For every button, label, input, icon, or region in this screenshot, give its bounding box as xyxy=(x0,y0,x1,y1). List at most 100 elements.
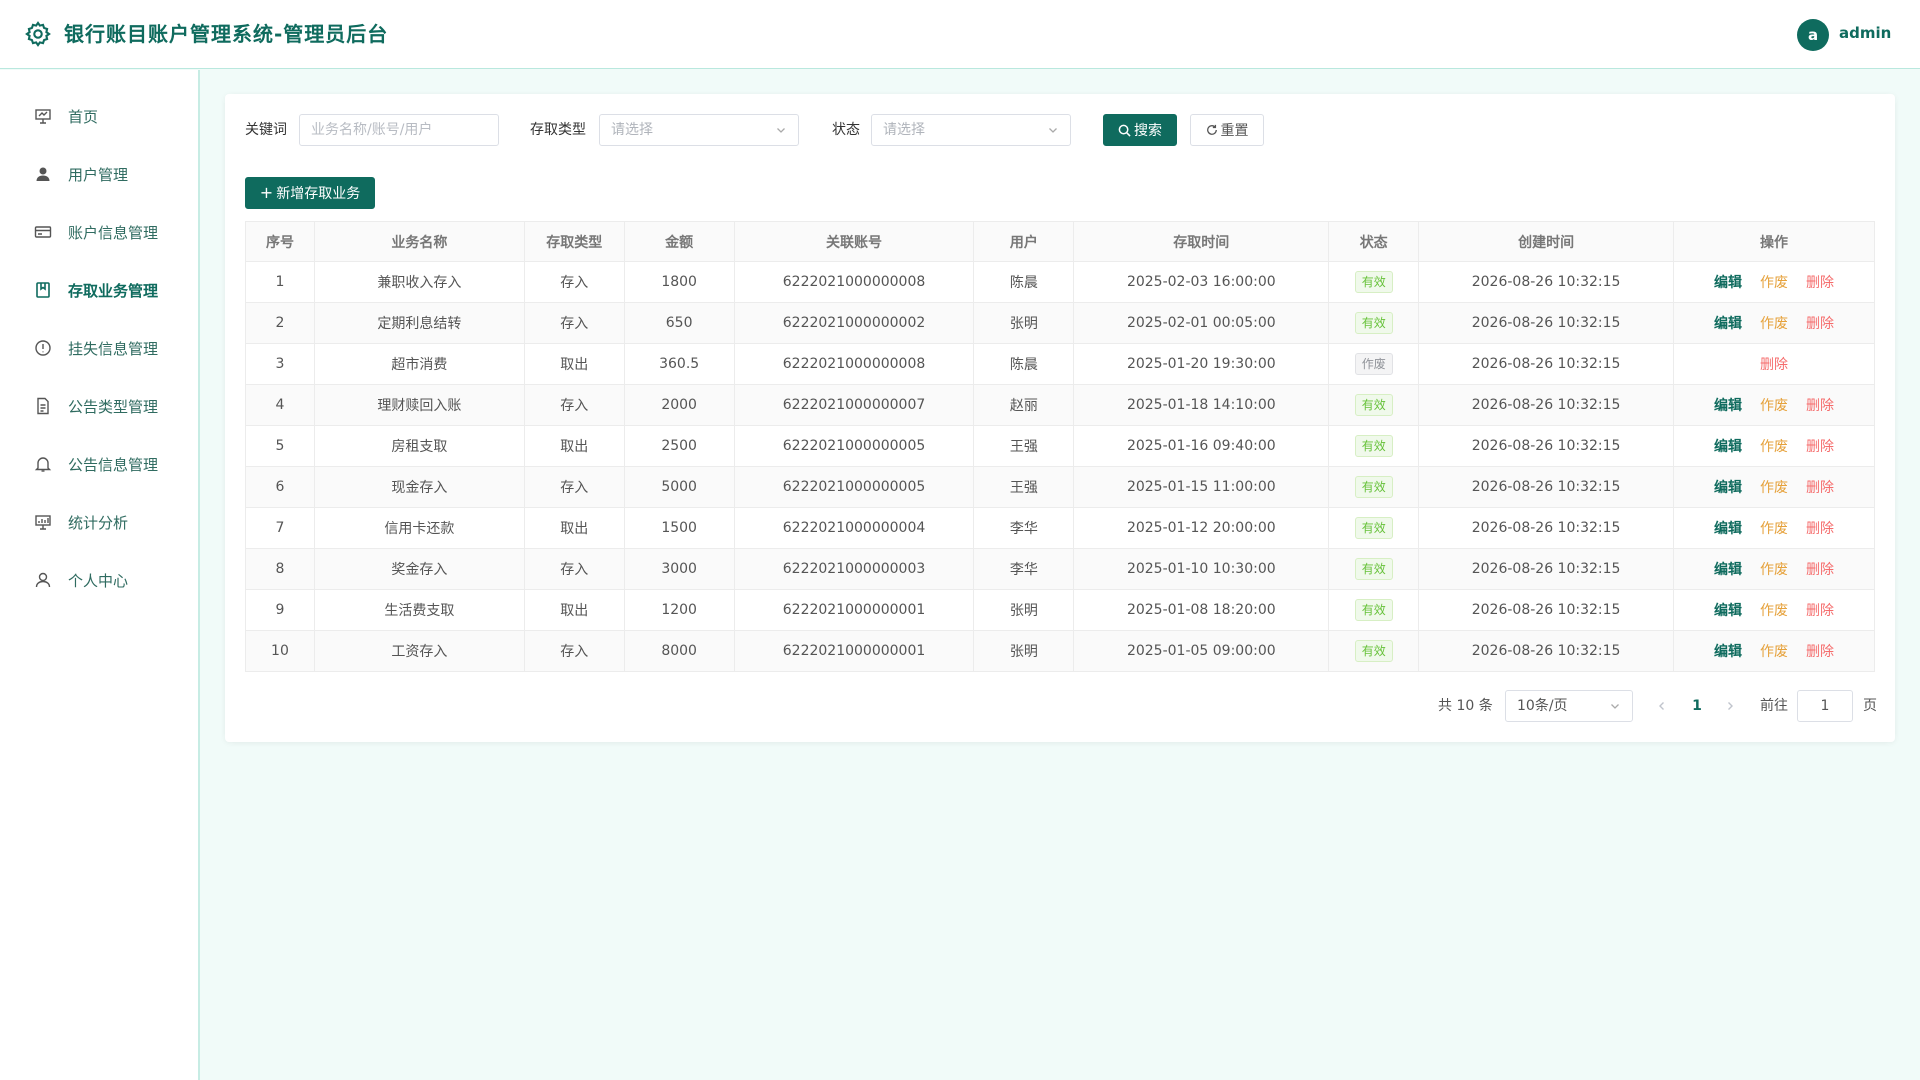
void-button[interactable]: 作废 xyxy=(1760,313,1788,333)
sidebar-item-statistics[interactable]: 统计分析 xyxy=(0,493,198,551)
cell-status: 有效 xyxy=(1328,630,1420,672)
cell-name: 定期利息结转 xyxy=(313,302,525,344)
sidebar-item-label: 挂失信息管理 xyxy=(68,339,159,358)
column-header: 操作 xyxy=(1673,221,1875,262)
keyword-input[interactable] xyxy=(299,114,499,146)
reset-button[interactable]: 重置 xyxy=(1190,114,1264,146)
cell-status: 有效 xyxy=(1328,507,1420,549)
edit-button[interactable]: 编辑 xyxy=(1714,272,1742,292)
cell-amount: 1500 xyxy=(623,507,735,549)
delete-button[interactable]: 删除 xyxy=(1806,395,1834,415)
chevron-down-icon xyxy=(1049,128,1057,133)
reset-button-label: 重置 xyxy=(1220,123,1249,139)
sidebar-item-loss-reports[interactable]: 挂失信息管理 xyxy=(0,319,198,377)
cell-name: 生活费支取 xyxy=(313,589,525,631)
sidebar-item-notice-types[interactable]: 公告类型管理 xyxy=(0,377,198,435)
cell-account: 6222021000000008 xyxy=(733,261,975,303)
prev-page-button[interactable] xyxy=(1652,690,1672,722)
cell-amount: 1800 xyxy=(623,261,735,303)
cell-no: 5 xyxy=(245,425,315,467)
search-button[interactable]: 搜索 xyxy=(1103,114,1177,146)
gear-icon[interactable] xyxy=(24,20,52,48)
cell-user: 陈晨 xyxy=(973,343,1075,385)
delete-button[interactable]: 删除 xyxy=(1806,272,1834,292)
sidebar-item-users[interactable]: 用户管理 xyxy=(0,145,198,203)
cell-type: 存入 xyxy=(523,630,625,672)
cell-account: 6222021000000007 xyxy=(733,384,975,426)
delete-button[interactable]: 删除 xyxy=(1806,313,1834,333)
cell-user: 李华 xyxy=(973,507,1075,549)
void-button[interactable]: 作废 xyxy=(1760,600,1788,620)
sidebar-item-notices[interactable]: 公告信息管理 xyxy=(0,435,198,493)
cell-created: 2026-08-26 10:32:15 xyxy=(1418,507,1675,549)
sidebar-item-accounts[interactable]: 账户信息管理 xyxy=(0,203,198,261)
cell-created: 2026-08-26 10:32:15 xyxy=(1418,384,1675,426)
cell-actions: 编辑 作废 删除 xyxy=(1673,384,1875,426)
cell-user: 张明 xyxy=(973,589,1075,631)
status-badge: 有效 xyxy=(1354,558,1393,580)
void-button[interactable]: 作废 xyxy=(1760,272,1788,292)
delete-button[interactable]: 删除 xyxy=(1806,436,1834,456)
void-button[interactable]: 作废 xyxy=(1760,559,1788,579)
column-header: 状态 xyxy=(1328,221,1420,262)
edit-button[interactable]: 编辑 xyxy=(1714,477,1742,497)
cell-name: 现金存入 xyxy=(313,466,525,508)
cell-time: 2025-01-08 18:20:00 xyxy=(1073,589,1330,631)
username[interactable]: admin xyxy=(1839,24,1891,42)
cell-actions: 编辑 作废 删除 xyxy=(1673,261,1875,303)
void-button[interactable]: 作废 xyxy=(1760,436,1788,456)
cell-status: 有效 xyxy=(1328,466,1420,508)
column-header: 创建时间 xyxy=(1418,221,1675,262)
delete-button[interactable]: 删除 xyxy=(1806,518,1834,538)
cell-actions: 编辑 作废 删除 xyxy=(1673,589,1875,631)
avatar[interactable]: a xyxy=(1797,19,1829,51)
cell-time: 2025-01-15 11:00:00 xyxy=(1073,466,1330,508)
edit-button[interactable]: 编辑 xyxy=(1714,436,1742,456)
cell-no: 9 xyxy=(245,589,315,631)
sidebar-item-label: 存取业务管理 xyxy=(68,281,159,300)
next-page-button[interactable] xyxy=(1720,690,1740,722)
status-select[interactable]: 请选择 xyxy=(871,114,1071,146)
sidebar-item-home[interactable]: 首页 xyxy=(0,87,198,145)
cell-amount: 3000 xyxy=(623,548,735,590)
edit-button[interactable]: 编辑 xyxy=(1714,559,1742,579)
delete-button[interactable]: 删除 xyxy=(1760,354,1788,374)
edit-button[interactable]: 编辑 xyxy=(1714,600,1742,620)
type-select[interactable]: 请选择 xyxy=(599,114,799,146)
delete-button[interactable]: 删除 xyxy=(1806,641,1834,661)
void-button[interactable]: 作废 xyxy=(1760,518,1788,538)
page-suffix: 页 xyxy=(1863,698,1877,714)
cell-name: 信用卡还款 xyxy=(313,507,525,549)
void-button[interactable]: 作废 xyxy=(1760,395,1788,415)
info-icon xyxy=(35,340,51,356)
page-number-current[interactable]: 1 xyxy=(1687,690,1707,722)
cell-account: 6222021000000008 xyxy=(733,343,975,385)
edit-button[interactable]: 编辑 xyxy=(1714,395,1742,415)
edit-button[interactable]: 编辑 xyxy=(1714,313,1742,333)
cell-created: 2026-08-26 10:32:15 xyxy=(1418,466,1675,508)
edit-button[interactable]: 编辑 xyxy=(1714,518,1742,538)
goto-page-input[interactable] xyxy=(1797,690,1853,722)
cell-time: 2025-01-12 20:00:00 xyxy=(1073,507,1330,549)
sidebar-item-profile[interactable]: 个人中心 xyxy=(0,551,198,609)
edit-button[interactable]: 编辑 xyxy=(1714,641,1742,661)
add-transaction-button[interactable]: + 新增存取业务 xyxy=(245,177,375,209)
table-row: 4 理财赎回入账 存入 2000 6222021000000007 赵丽 2025-01-1… xyxy=(245,384,1875,426)
delete-button[interactable]: 删除 xyxy=(1806,477,1834,497)
cell-type: 存入 xyxy=(523,548,625,590)
cell-amount: 5000 xyxy=(623,466,735,508)
table-row: 3 超市消费 取出 360.5 6222021000000008 陈晨 2025-01-20… xyxy=(245,343,1875,385)
notebook-icon xyxy=(36,282,50,298)
cell-account: 6222021000000001 xyxy=(733,630,975,672)
cell-time: 2025-01-20 19:30:00 xyxy=(1073,343,1330,385)
sidebar-item-transactions[interactable]: 存取业务管理 xyxy=(0,261,198,319)
delete-button[interactable]: 删除 xyxy=(1806,600,1834,620)
cell-time: 2025-01-18 14:10:00 xyxy=(1073,384,1330,426)
delete-button[interactable]: 删除 xyxy=(1806,559,1834,579)
page-size-select[interactable]: 10条/页 xyxy=(1505,690,1633,722)
void-button[interactable]: 作废 xyxy=(1760,641,1788,661)
void-button[interactable]: 作废 xyxy=(1760,477,1788,497)
keyword-label: 关键词 xyxy=(245,122,287,138)
dashboard-icon xyxy=(35,109,51,124)
cell-type: 存入 xyxy=(523,261,625,303)
